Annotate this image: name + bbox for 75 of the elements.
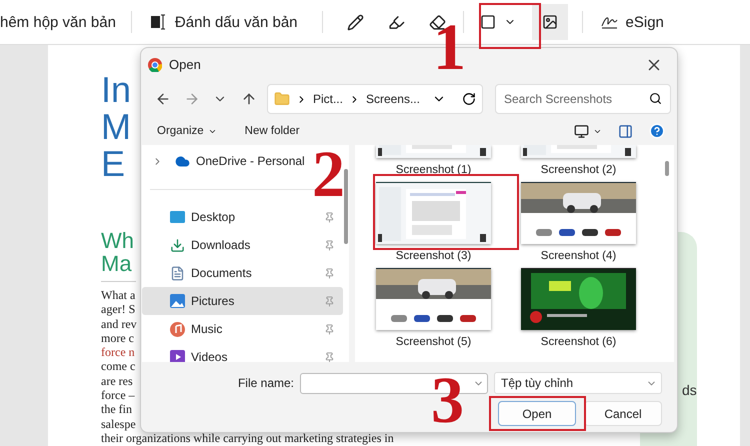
highlighter-icon — [388, 14, 406, 30]
body-text: force n — [101, 345, 135, 360]
dialog-title: Open — [169, 57, 202, 72]
nav-item[interactable]: Pictures — [142, 287, 343, 315]
nav-item[interactable]: Videos — [142, 343, 343, 362]
body-text: salespe — [101, 416, 136, 431]
refresh-icon — [462, 92, 476, 106]
square-icon — [480, 14, 496, 30]
scrollbar-thumb[interactable] — [344, 169, 348, 244]
document-title: M — [101, 108, 131, 145]
highlight-text-button[interactable]: Đánh dấu văn bản — [146, 4, 302, 40]
file-tile[interactable]: Screenshot (3) — [376, 182, 491, 262]
download-icon — [170, 238, 185, 252]
text-highlight-icon — [150, 14, 167, 30]
search-field[interactable]: Search Screenshots — [494, 84, 671, 114]
browser-logo-icon — [148, 58, 162, 72]
nav-item[interactable]: Desktop — [142, 203, 343, 231]
panel-text: ds — [682, 382, 697, 398]
pin-icon — [324, 296, 335, 306]
file-tile[interactable]: Screenshot (4) — [521, 182, 636, 262]
body-text: What a — [101, 288, 136, 302]
right-arrow-icon — [184, 91, 200, 107]
nav-item[interactable]: Downloads — [142, 231, 343, 259]
image-icon — [542, 14, 558, 30]
folder-icon — [274, 91, 290, 107]
breadcrumb[interactable]: Screens... — [366, 92, 420, 106]
music-icon — [170, 322, 185, 336]
search-icon — [648, 92, 662, 105]
preview-pane-icon[interactable] — [618, 124, 633, 138]
body-text: the fin — [101, 402, 132, 417]
file-tile[interactable]: Screenshot (2) — [521, 145, 636, 176]
image-icon — [170, 294, 185, 308]
open-button[interactable]: Open — [498, 401, 576, 426]
nav-item[interactable]: OneDrive - Personal — [142, 147, 313, 175]
pencil-icon — [347, 14, 364, 30]
breadcrumb[interactable]: Pict... — [312, 92, 343, 106]
body-text: come c — [101, 359, 136, 374]
body-text: are res — [101, 374, 133, 388]
pin-icon — [324, 268, 335, 278]
body-text: ager! S — [101, 302, 136, 317]
help-icon[interactable] — [649, 123, 665, 139]
view-icon — [574, 124, 589, 138]
document-title: In — [101, 71, 132, 108]
pin-icon — [324, 212, 335, 222]
nav-item[interactable]: Music — [142, 315, 343, 343]
pin-icon — [324, 240, 335, 250]
cancel-button[interactable]: Cancel — [584, 401, 662, 426]
highlight-frame — [479, 3, 541, 49]
esign-button[interactable]: eSign — [596, 4, 668, 40]
file-type-dropdown[interactable]: Tệp tùy chỉnh — [494, 372, 662, 394]
body-text: force – — [101, 388, 135, 402]
image-button[interactable] — [532, 4, 568, 40]
file-tile[interactable]: Screenshot (5) — [376, 268, 491, 348]
desktop-icon — [170, 211, 185, 223]
section-heading: Ma — [101, 252, 132, 275]
new-folder-button[interactable]: New folder — [242, 123, 302, 139]
pin-icon — [324, 352, 335, 362]
toolbar-label[interactable]: hêm hộp văn bản — [0, 14, 116, 30]
address-bar[interactable]: Pict... Screens... — [266, 84, 483, 114]
cloud-icon — [175, 154, 190, 168]
file-tile[interactable]: Screenshot (6) — [521, 268, 636, 348]
scrollbar-thumb[interactable] — [665, 161, 669, 176]
step-number: 3 — [431, 378, 464, 424]
organize-menu[interactable]: Organize — [155, 123, 219, 139]
nav-item[interactable]: Documents — [142, 259, 343, 287]
body-text: their organizations while carrying out marketing strategies in — [101, 430, 394, 446]
pin-icon — [324, 324, 335, 334]
section-heading: Wh — [101, 229, 134, 252]
step-number: 1 — [433, 25, 466, 71]
file-name-label: File name: — [238, 376, 294, 390]
document-title: E — [101, 145, 126, 182]
step-number: 2 — [312, 152, 345, 198]
body-text: and rev — [101, 316, 137, 331]
body-text: more c — [101, 330, 134, 346]
document-icon — [170, 266, 185, 280]
